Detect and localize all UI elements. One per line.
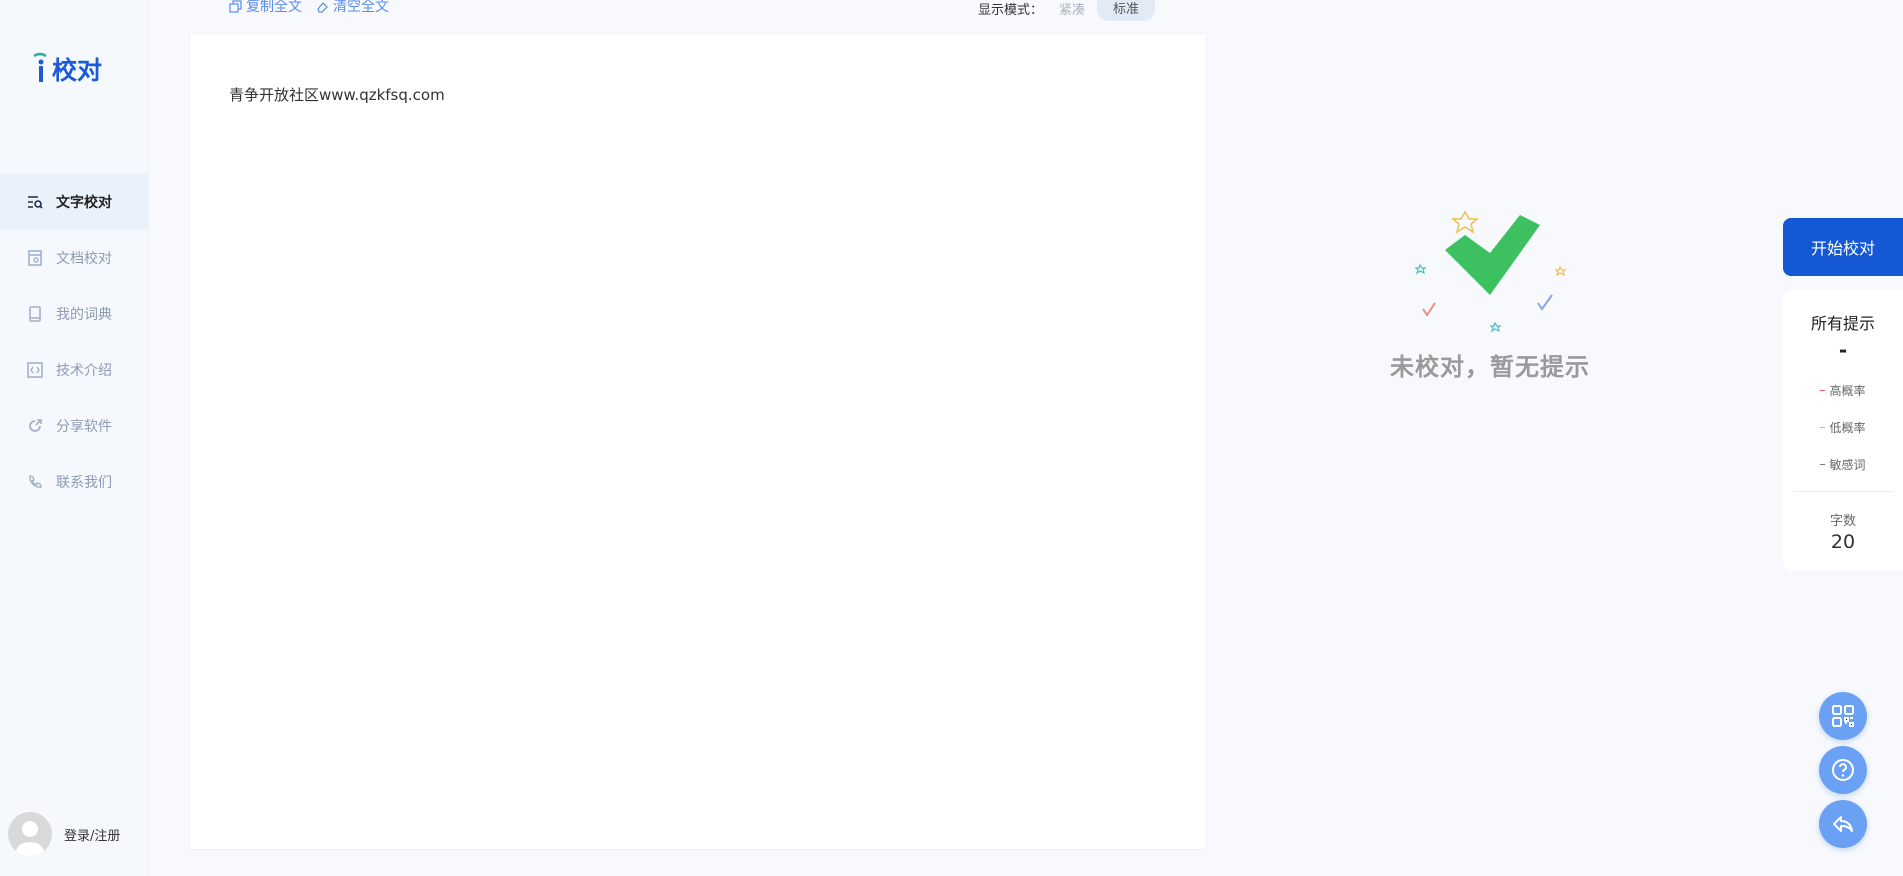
back-button[interactable] [1819, 800, 1867, 848]
hint-category-low[interactable]: 低概率 [1783, 419, 1903, 436]
editor-toolbar: 复制全文 清空全文 [229, 0, 389, 16]
reply-icon [1833, 816, 1853, 832]
nav-item-label: 技术介绍 [56, 363, 112, 379]
nav-item-label: 文档校对 [56, 251, 112, 267]
text-editor[interactable]: 青争开放社区www.qzkfsq.com [189, 33, 1207, 850]
checkmark-illustration-icon [1414, 210, 1567, 333]
clear-all-label: 清空全文 [333, 0, 389, 15]
document-check-icon [26, 249, 44, 267]
nav-item-label: 联系我们 [56, 475, 112, 491]
nav-item-contact[interactable]: 联系我们 [0, 454, 148, 510]
hints-panel: 所有提示 - 高概率 低概率 敏感词 字数 20 [1783, 290, 1903, 571]
avatar[interactable] [8, 812, 52, 856]
nav-item-text-proofread[interactable]: 文字校对 [0, 174, 148, 230]
copy-all-button[interactable]: 复制全文 [229, 0, 302, 16]
empty-state: 未校对，暂无提示 [1390, 205, 1590, 382]
login-entry[interactable]: 登录/注册 [8, 812, 120, 856]
qr-code-icon [1832, 705, 1854, 727]
low-marker [1820, 427, 1826, 428]
high-marker [1820, 390, 1826, 391]
hint-category-high[interactable]: 高概率 [1783, 382, 1903, 399]
copy-all-label: 复制全文 [246, 0, 302, 15]
start-proofread-button[interactable]: 开始校对 [1783, 218, 1903, 276]
nav-item-label: 文字校对 [56, 195, 112, 211]
login-register-link[interactable]: 登录/注册 [64, 825, 120, 844]
display-mode: 显示模式： 紧凑 标准 [978, 0, 1156, 21]
phone-icon [26, 473, 44, 491]
code-icon [26, 361, 44, 379]
logo-text: 校对 [52, 56, 103, 85]
hint-category-label: 低概率 [1829, 421, 1866, 435]
clear-all-button[interactable]: 清空全文 [316, 0, 389, 16]
text-search-icon [26, 193, 44, 211]
editor-content[interactable]: 青争开放社区www.qzkfsq.com [229, 84, 445, 105]
all-hints-label[interactable]: 所有提示 [1783, 310, 1903, 334]
logo[interactable]: 校对 [32, 52, 102, 86]
nav-item-tech-intro[interactable]: 技术介绍 [0, 342, 148, 398]
copy-icon [229, 0, 242, 13]
all-hints-count: - [1838, 338, 1848, 362]
eraser-icon [317, 1, 328, 13]
mode-compact[interactable]: 紧凑 [1059, 0, 1085, 18]
book-icon [26, 305, 44, 323]
sensitive-marker [1820, 464, 1826, 465]
nav-item-label: 分享软件 [56, 419, 112, 435]
display-mode-label: 显示模式： [978, 3, 1044, 18]
nav-item-label: 我的词典 [56, 307, 112, 323]
empty-state-text: 未校对，暂无提示 [1390, 353, 1590, 381]
sidebar: 校对 文字校对 文档校对 我的词典 技术介绍 分享软件 联系我们 登录/注册 [0, 0, 149, 876]
help-icon [1832, 759, 1854, 781]
nav-item-share[interactable]: 分享软件 [0, 398, 148, 454]
logo-icon [32, 52, 50, 86]
mode-standard[interactable]: 标准 [1097, 0, 1156, 21]
qr-code-button[interactable] [1819, 692, 1867, 740]
share-icon [26, 417, 44, 435]
hint-category-label: 高概率 [1829, 384, 1866, 398]
nav-item-doc-proofread[interactable]: 文档校对 [0, 230, 148, 286]
divider [1793, 491, 1893, 492]
hint-category-label: 敏感词 [1829, 458, 1866, 472]
nav-item-dictionary[interactable]: 我的词典 [0, 286, 148, 342]
nav-menu: 文字校对 文档校对 我的词典 技术介绍 分享软件 联系我们 [0, 174, 148, 510]
hint-category-sensitive[interactable]: 敏感词 [1783, 456, 1903, 473]
word-count-label: 字数 [1829, 514, 1856, 529]
word-count-value: 20 [1830, 531, 1856, 553]
help-button[interactable] [1819, 746, 1867, 794]
